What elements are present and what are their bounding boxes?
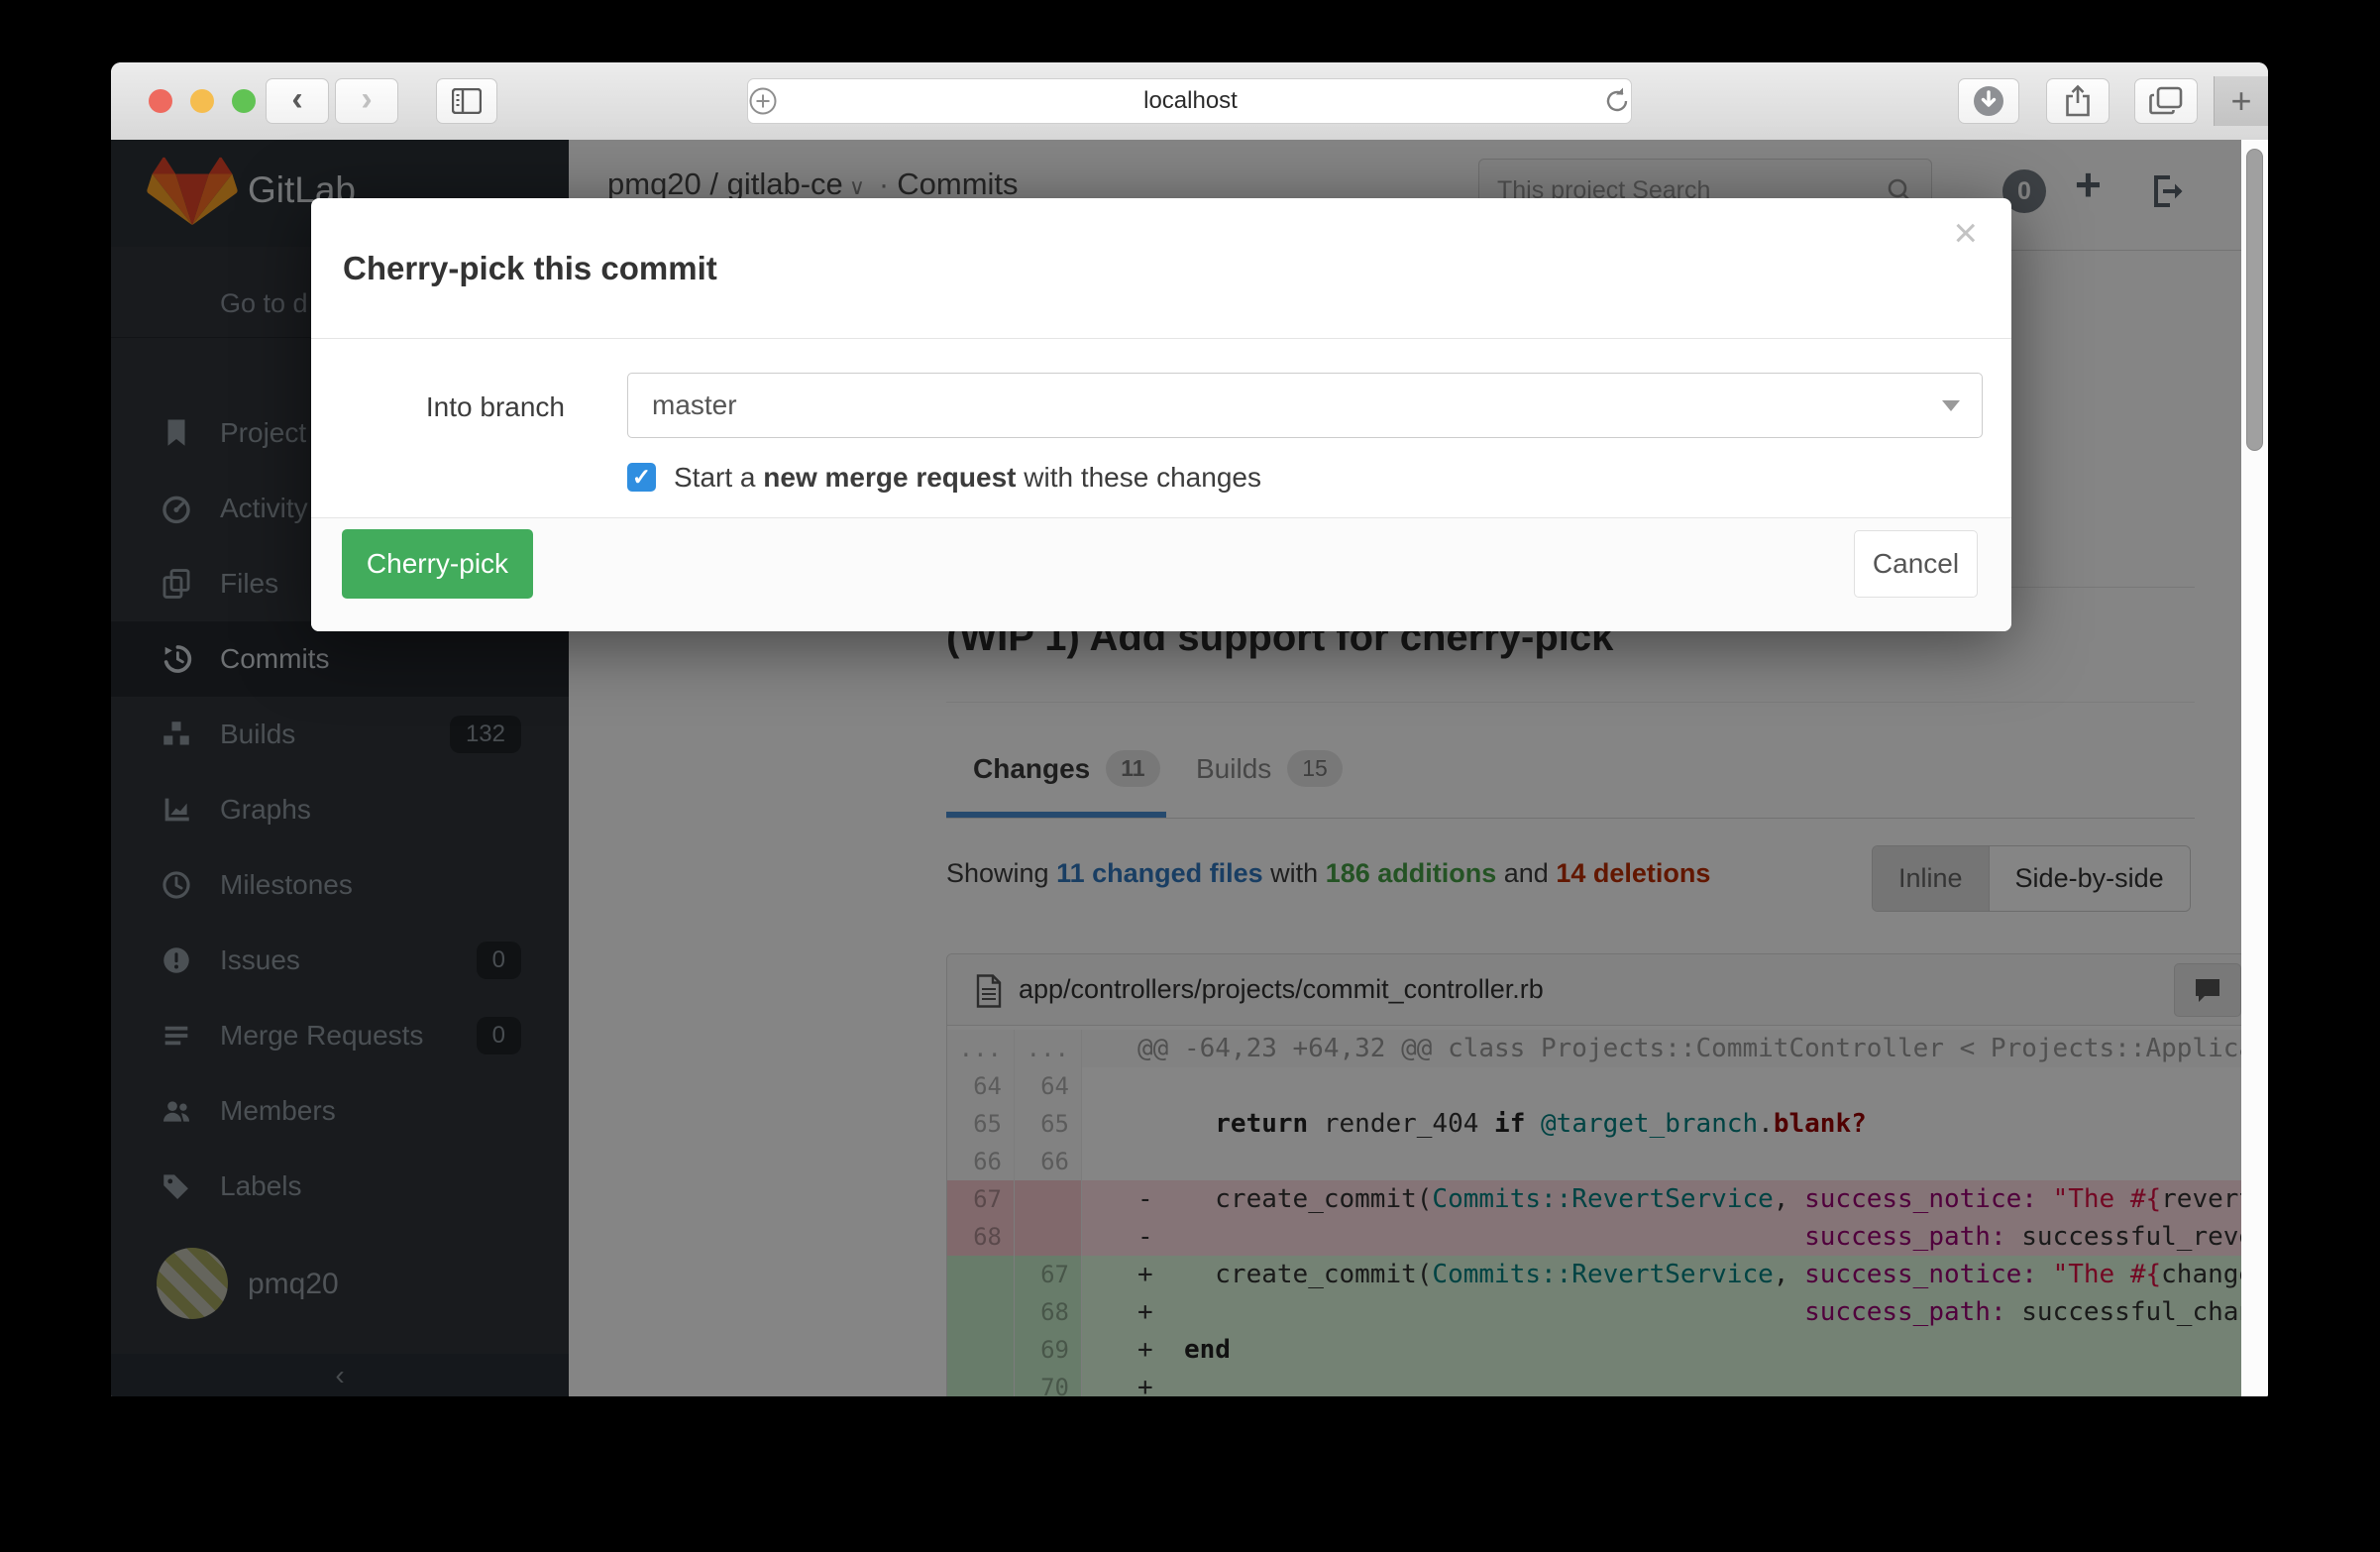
cherry-pick-submit-button[interactable]: Cherry-pick <box>342 529 533 599</box>
modal-footer: Cherry-pick Cancel <box>311 517 2011 631</box>
chevron-left-icon: ‹ <box>291 82 302 116</box>
close-window-button[interactable] <box>149 89 172 113</box>
forward-button[interactable]: › <box>335 78 398 124</box>
back-button[interactable]: ‹ <box>266 78 329 124</box>
start-merge-request-checkbox[interactable]: ✓ <box>627 463 656 492</box>
checkbox-label: Start a new merge request with these cha… <box>674 462 1261 494</box>
page-scrollbar[interactable] <box>2241 140 2268 1396</box>
tab-overview-button[interactable] <box>2134 78 2198 124</box>
reload-icon[interactable] <box>1603 86 1631 116</box>
modal-title: Cherry-pick this commit <box>343 250 717 287</box>
share-button[interactable] <box>2046 78 2110 124</box>
into-branch-label: Into branch <box>345 391 565 423</box>
branch-select[interactable]: master <box>627 373 1983 438</box>
divider <box>311 338 2011 339</box>
browser-window: ‹ › localhost <box>111 62 2268 1396</box>
chevron-down-icon <box>1942 400 1960 411</box>
close-icon[interactable]: × <box>1953 212 1978 254</box>
download-icon <box>1972 84 2005 118</box>
scrollbar-thumb[interactable] <box>2246 149 2263 451</box>
url-text: localhost <box>778 87 1603 115</box>
plus-circle-icon <box>748 86 778 116</box>
tabs-icon <box>2149 86 2183 116</box>
share-icon <box>2062 84 2094 118</box>
cancel-button[interactable]: Cancel <box>1854 530 1978 598</box>
screenshot-root: ‹ › localhost <box>0 0 2380 1552</box>
minimize-window-button[interactable] <box>190 89 214 113</box>
sidebar-panel-icon <box>452 88 482 114</box>
chevron-right-icon: › <box>361 82 372 116</box>
branch-value: master <box>652 389 737 421</box>
downloads-button[interactable] <box>1958 78 2019 124</box>
browser-toolbar: ‹ › localhost <box>111 62 2268 141</box>
new-tab-button[interactable]: + <box>2214 76 2268 126</box>
cherry-pick-modal: × Cherry-pick this commit Into branch ma… <box>311 198 2011 631</box>
zoom-window-button[interactable] <box>232 89 256 113</box>
address-bar[interactable]: localhost <box>747 78 1632 124</box>
sidebar-toggle-button[interactable] <box>436 78 497 124</box>
